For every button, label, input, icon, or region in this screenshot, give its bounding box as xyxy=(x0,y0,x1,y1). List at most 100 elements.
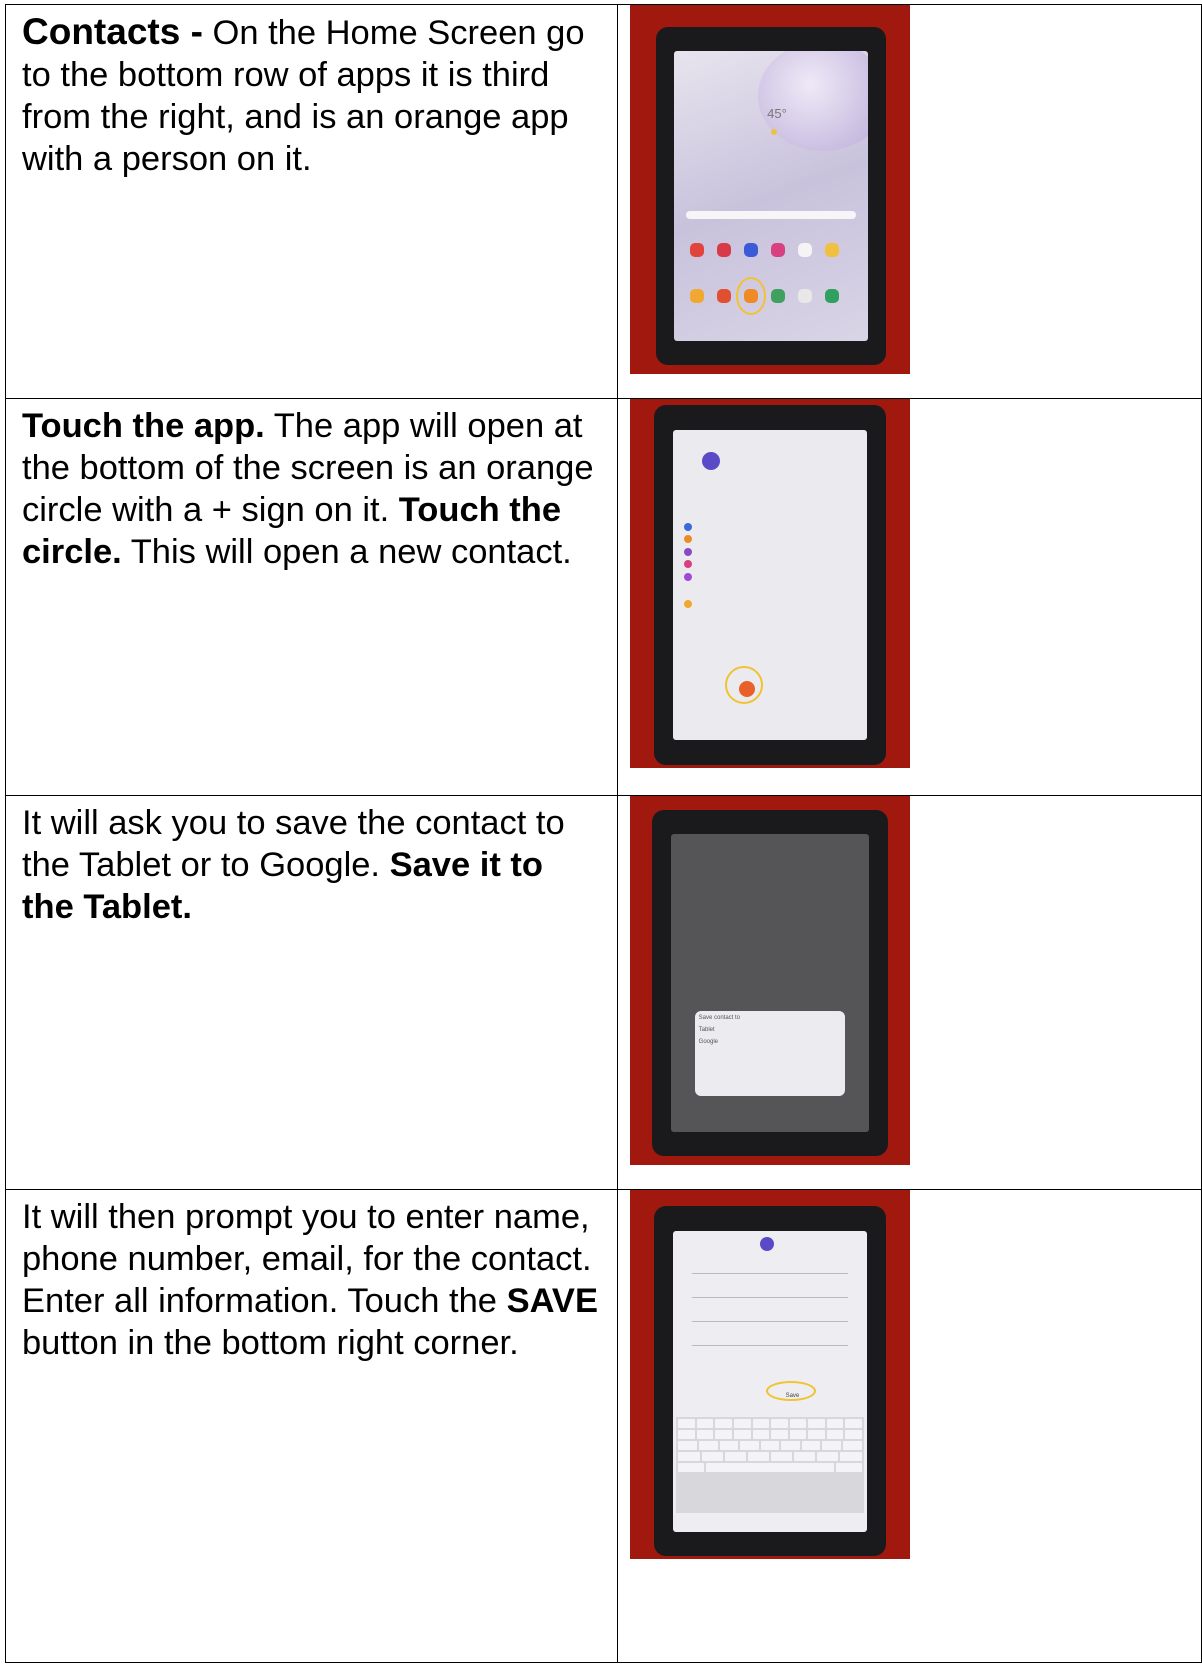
weather-temp: 45° xyxy=(767,105,787,121)
step-row-2: Touch the app. The app will open at the … xyxy=(5,398,1202,796)
wallpaper-shape xyxy=(757,50,868,151)
dialog-title: Save contact to xyxy=(698,1014,741,1021)
step-3-text: It will ask you to save the contact to t… xyxy=(6,796,617,928)
tablet-screen: Save contact to Tablet Google xyxy=(670,834,870,1132)
key xyxy=(771,1430,788,1440)
dialog-option-tablet: Tablet xyxy=(698,1026,715,1033)
step-4-body-2: button in the bottom right corner. xyxy=(22,1324,519,1362)
app-icon xyxy=(825,289,840,304)
key xyxy=(678,1419,695,1429)
key xyxy=(752,1419,770,1429)
step-4-photo-cell: Save xyxy=(617,1189,1202,1663)
key xyxy=(845,1430,862,1440)
form-line xyxy=(692,1272,848,1274)
tablet-screen: Save xyxy=(672,1230,868,1532)
key xyxy=(845,1419,862,1429)
step-row-3: It will ask you to save the contact to t… xyxy=(5,795,1202,1190)
form-line xyxy=(692,1296,848,1298)
key xyxy=(699,1441,718,1451)
key xyxy=(715,1419,732,1429)
tablet-device: 45° xyxy=(656,27,886,365)
app-icon xyxy=(798,242,813,257)
contacts-highlight-circle xyxy=(736,277,767,316)
spacebar xyxy=(706,1463,834,1473)
key xyxy=(715,1430,732,1440)
contact-dot xyxy=(684,547,693,556)
step-4-text: It will then prompt you to enter name, p… xyxy=(6,1190,617,1364)
key xyxy=(719,1441,739,1451)
key xyxy=(840,1452,862,1462)
key xyxy=(733,1419,751,1429)
app-icon xyxy=(771,242,785,257)
key xyxy=(747,1452,769,1462)
contact-dot xyxy=(684,535,693,544)
key xyxy=(696,1430,714,1440)
keyboard-row xyxy=(678,1452,862,1462)
tablet-screen: 45° xyxy=(674,50,868,342)
key xyxy=(826,1430,844,1440)
step-2-photo xyxy=(630,399,910,768)
keyboard-row xyxy=(678,1430,862,1440)
save-highlight-circle xyxy=(766,1381,817,1401)
add-button-highlight-circle xyxy=(725,665,764,704)
key xyxy=(817,1452,839,1462)
step-2-photo-cell xyxy=(617,398,1202,796)
step-2-body-2: This will open a new contact. xyxy=(121,533,572,571)
key xyxy=(794,1452,816,1462)
tablet-screen xyxy=(672,430,868,740)
key xyxy=(822,1441,841,1451)
step-4-bold: SAVE xyxy=(506,1282,598,1320)
tablet-device xyxy=(654,405,886,765)
step-row-1: Contacts - On the Home Screen go to the … xyxy=(5,4,1202,399)
instructions-table: Contacts - On the Home Screen go to the … xyxy=(5,4,1202,1663)
key xyxy=(808,1419,825,1429)
key xyxy=(781,1441,800,1451)
app-icon xyxy=(743,242,758,257)
step-1-photo-cell: 45° xyxy=(617,4,1202,399)
key xyxy=(752,1430,770,1440)
key xyxy=(808,1430,825,1440)
form-line xyxy=(692,1344,848,1346)
search-bar xyxy=(685,210,857,219)
contact-avatar xyxy=(760,1236,775,1251)
profile-avatar xyxy=(701,451,720,470)
key xyxy=(724,1452,746,1462)
keyboard xyxy=(676,1417,864,1514)
step-3-photo-cell: Save contact to Tablet Google xyxy=(617,795,1202,1190)
key xyxy=(701,1452,723,1462)
key xyxy=(826,1419,844,1429)
keyboard-row xyxy=(678,1441,862,1451)
step-2-text: Touch the app. The app will open at the … xyxy=(6,399,617,573)
step-3-text-cell: It will ask you to save the contact to t… xyxy=(5,795,618,1190)
contact-dot xyxy=(684,600,693,609)
save-contact-dialog: Save contact to Tablet Google xyxy=(694,1010,846,1097)
step-4-text-cell: It will then prompt you to enter name, p… xyxy=(5,1189,618,1663)
key xyxy=(835,1463,862,1473)
app-icon xyxy=(771,289,785,304)
key xyxy=(771,1452,793,1462)
app-icon xyxy=(716,242,731,257)
app-icon xyxy=(689,242,704,257)
key xyxy=(678,1441,697,1451)
key xyxy=(678,1430,695,1440)
tablet-device: Save xyxy=(654,1206,886,1556)
step-3-photo: Save contact to Tablet Google xyxy=(630,796,910,1165)
key xyxy=(789,1419,807,1429)
key xyxy=(760,1441,780,1451)
step-4-photo: Save xyxy=(630,1190,910,1559)
keyboard-row xyxy=(678,1463,862,1473)
key xyxy=(678,1463,705,1473)
tablet-device: Save contact to Tablet Google xyxy=(652,810,888,1156)
step-2-text-cell: Touch the app. The app will open at the … xyxy=(5,398,618,796)
contact-dot xyxy=(684,572,693,581)
key xyxy=(842,1441,862,1451)
step-2-bold-lead: Touch the app. xyxy=(22,407,265,445)
app-icon xyxy=(798,289,813,304)
keyboard-row xyxy=(678,1419,862,1429)
key xyxy=(696,1419,714,1429)
app-icon xyxy=(716,289,731,304)
key xyxy=(740,1441,759,1451)
app-icon xyxy=(825,242,840,257)
dialog-option-google: Google xyxy=(698,1038,719,1045)
key xyxy=(733,1430,751,1440)
